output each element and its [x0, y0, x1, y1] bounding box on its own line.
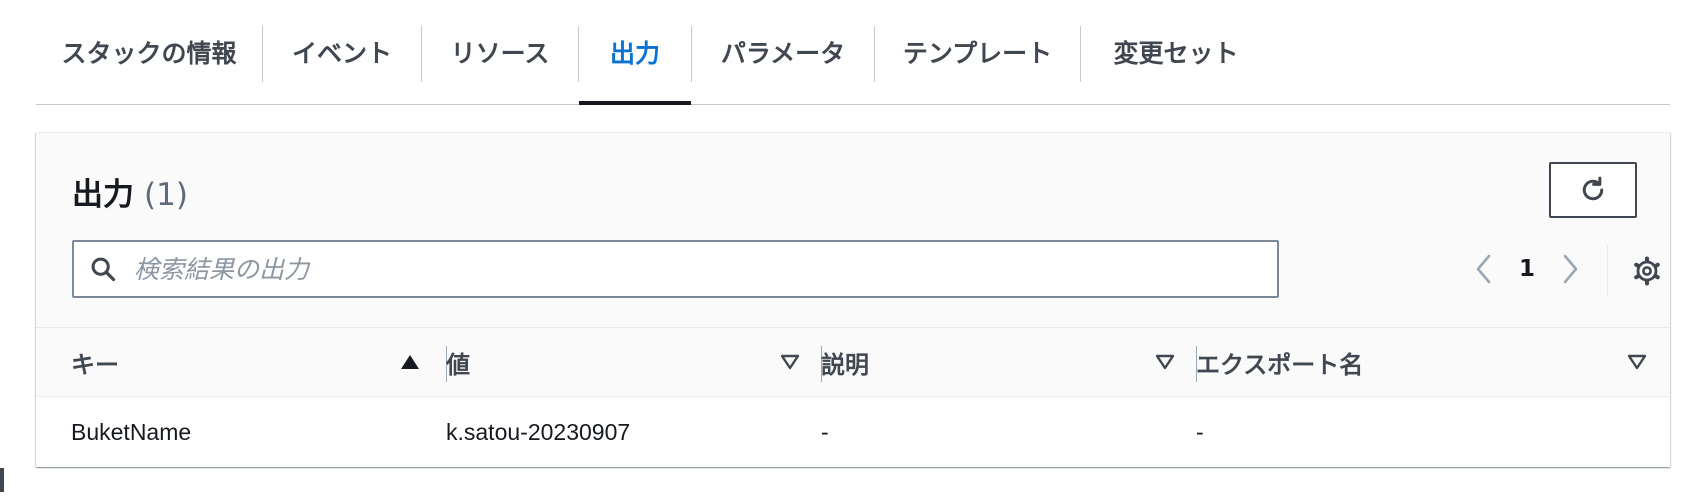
tab-template[interactable]: テンプレート: [875, 0, 1080, 104]
tab-resources[interactable]: リソース: [422, 0, 578, 104]
cell-export-name: -: [1196, 418, 1204, 445]
tab-label: パラメータ: [720, 39, 846, 68]
pagination-prev-button[interactable]: [1464, 245, 1504, 293]
column-header-value[interactable]: 値: [411, 328, 821, 396]
tab-parameters[interactable]: パラメータ: [692, 0, 874, 104]
panel-title-text: 出力: [72, 177, 134, 213]
tab-stack-info[interactable]: スタックの情報: [36, 0, 262, 104]
tab-change-sets[interactable]: 変更セット: [1081, 0, 1271, 104]
tab-label: スタックの情報: [61, 39, 237, 68]
tab-label: テンプレート: [902, 39, 1053, 68]
pagination-next-button[interactable]: [1550, 245, 1590, 293]
column-label: エクスポート名: [1196, 350, 1364, 379]
cell-description: -: [821, 418, 829, 445]
preferences-button[interactable]: [1624, 248, 1670, 294]
chevron-right-icon: [1563, 254, 1578, 284]
search-icon: [88, 254, 118, 284]
tab-events[interactable]: イベント: [263, 0, 421, 104]
output-count: (1): [144, 177, 188, 213]
column-label: 値: [446, 350, 470, 379]
cell-value: k.satou-20230907: [446, 418, 631, 445]
tab-label: リソース: [450, 39, 550, 68]
outputs-panel: 出力 (1) 1: [36, 132, 1670, 467]
refresh-button[interactable]: [1549, 162, 1637, 218]
current-page[interactable]: 1: [1504, 256, 1550, 282]
tab-label: イベント: [291, 39, 392, 68]
pagination: 1: [1464, 245, 1590, 293]
refresh-icon: [1582, 176, 1604, 201]
column-header-key[interactable]: キー: [36, 328, 446, 396]
chevron-left-icon: [1476, 254, 1491, 284]
table-header: キー 値 説明 エクスポート名: [36, 328, 1670, 397]
column-label: 説明: [821, 350, 869, 379]
gear-icon: [1634, 256, 1660, 286]
panel-header: 出力 (1) 1: [36, 133, 1670, 328]
tab-label: 出力: [609, 39, 660, 68]
table-row: BuketName k.satou-20230907 - -: [36, 397, 1670, 467]
column-header-export-name[interactable]: エクスポート名: [1161, 328, 1670, 396]
tab-outputs[interactable]: 出力: [579, 0, 691, 105]
cell-key: BuketName: [71, 418, 192, 445]
tab-bar: スタックの情報 イベント リソース 出力 パラメータ テンプレート 変更セット: [36, 0, 1670, 105]
panel-title: 出力 (1): [72, 169, 188, 214]
search-input[interactable]: [132, 253, 1236, 285]
search-field[interactable]: [72, 240, 1279, 298]
column-label: キー: [71, 350, 119, 379]
column-header-description[interactable]: 説明: [786, 328, 1196, 396]
sort-caret-icon: [1627, 354, 1647, 370]
tab-label: 変更セット: [1113, 39, 1239, 68]
edge-marker: [0, 468, 4, 492]
pagination-divider: [1607, 245, 1608, 297]
